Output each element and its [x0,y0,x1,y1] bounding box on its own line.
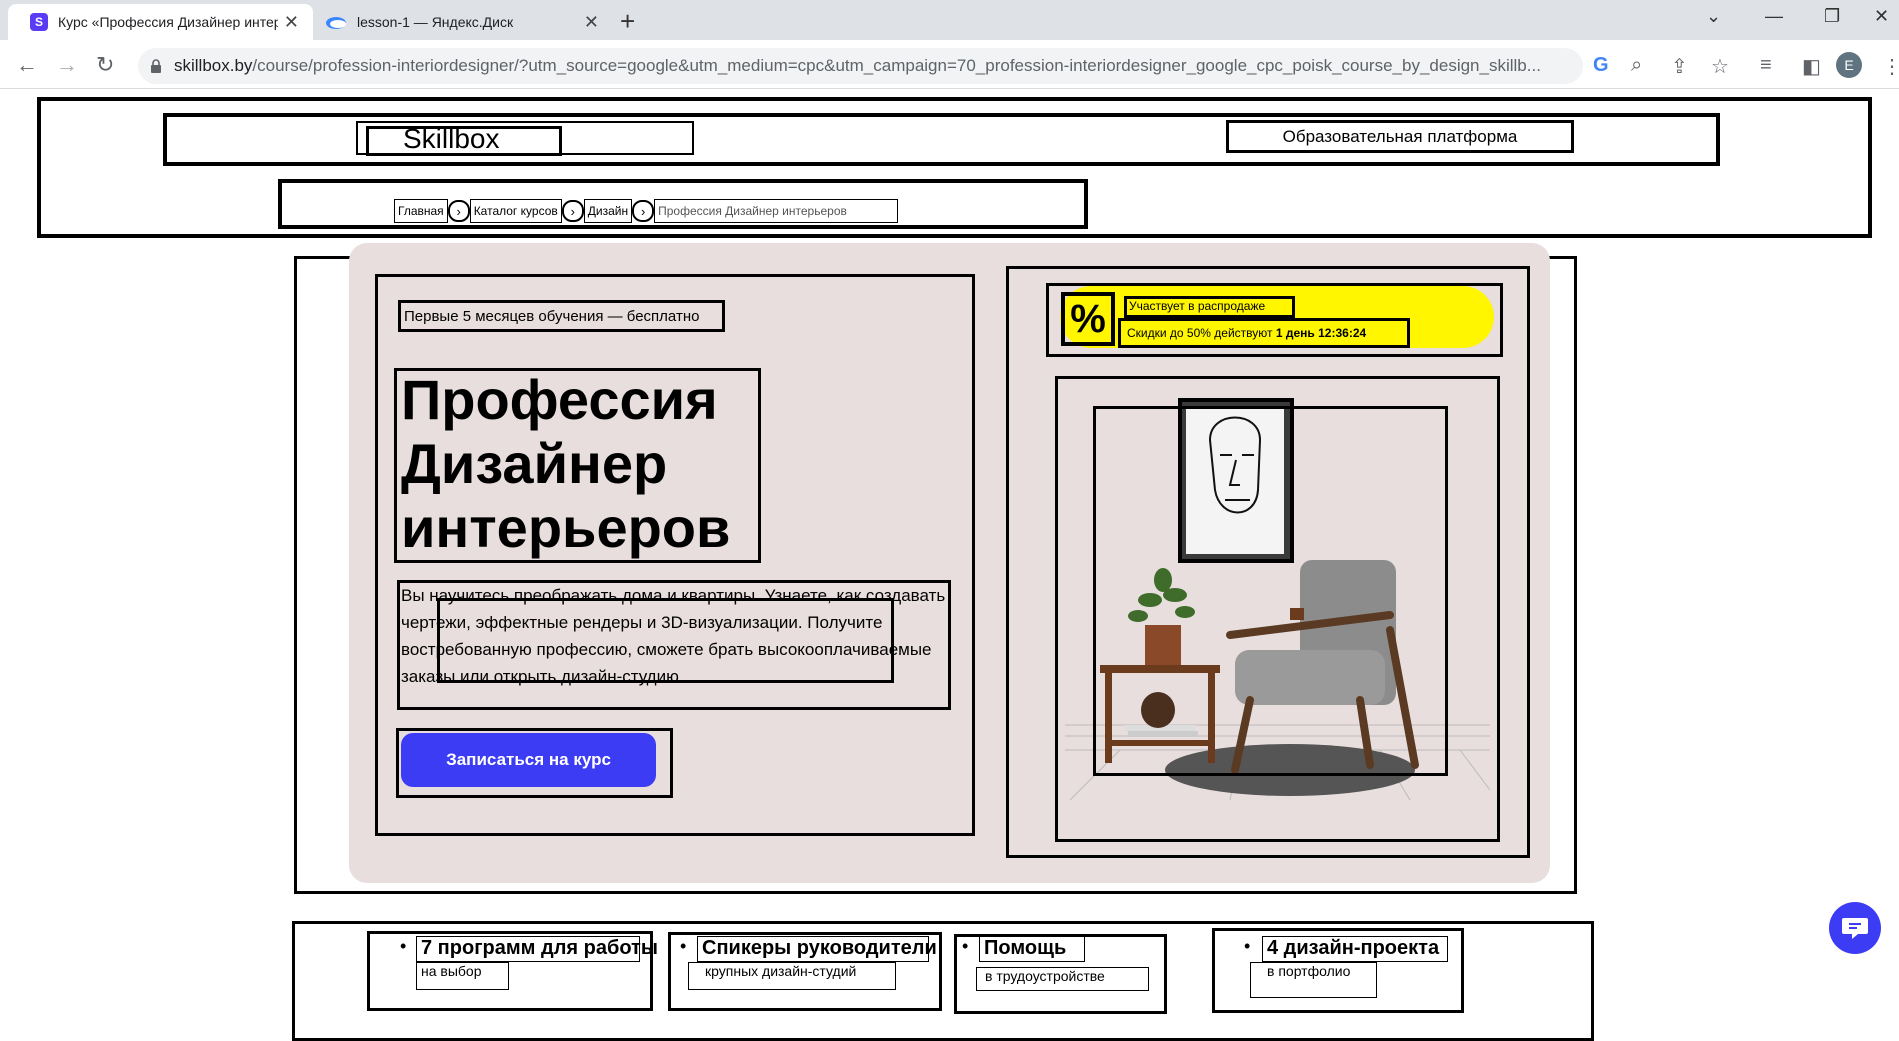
yandex-disk-icon [326,17,346,29]
restore-button[interactable]: ❐ [1824,6,1840,27]
breadcrumb-design[interactable]: Дизайн [583,199,633,223]
chat-bubble-icon [1842,918,1868,939]
feature-subtitle: на выбор [416,962,509,990]
days-left: 1 день [1275,326,1315,340]
bullet-icon: • [680,936,687,956]
promo-badge: Первые 5 месяцев обучения — бесплатно [398,300,725,332]
tab-skillbox[interactable]: S Курс «Профессия Дизайнер интерьеров» ✕ [8,4,313,40]
tab-close-icon[interactable]: ✕ [284,12,299,33]
breadcrumb-catalog[interactable]: Каталог курсов [469,199,562,223]
back-arrow-icon[interactable]: ← [16,52,38,78]
chevron-right-icon: › [447,200,470,222]
countdown-timer: 12:36:24 [1318,326,1367,340]
chat-button[interactable] [1829,902,1881,954]
tab-search-icon[interactable]: ⌄ [1706,6,1721,27]
feature-title: 4 дизайн-проекта [1262,936,1448,962]
menu-dots-icon[interactable]: ⋮ [1882,54,1899,79]
percent-icon: % [1061,292,1115,346]
feature-subtitle: в портфолио [1250,962,1377,998]
breadcrumb-current: Профессия Дизайнер интерьеров [654,199,899,223]
tab-close-icon[interactable]: ✕ [584,12,599,33]
google-icon[interactable]: G [1593,54,1609,77]
zoom-icon[interactable]: ⌕ [1631,54,1642,77]
hero-description: Вы научитесь преображать дома и квартиры… [401,586,946,686]
reading-list-icon[interactable]: ≡ [1760,54,1772,77]
lock-icon [151,59,161,73]
skillbox-favicon-icon: S [30,13,48,31]
bullet-icon: • [962,936,969,956]
bookmark-star-icon[interactable]: ☆ [1711,54,1729,79]
feature-subtitle: крупных дизайн-студий [688,962,896,990]
address-bar[interactable]: skillbox.by/course/profession-interiorde… [138,48,1583,84]
reload-icon[interactable]: ↻ [96,52,114,78]
feature-title: Спикеры руководители [697,936,937,962]
tab-yandex-disk[interactable]: lesson-1 — Яндекс.Диск ✕ [313,4,613,40]
discount-text: Скидки до 50% действуют [1127,326,1273,340]
breadcrumb-row: Главная › Каталог курсов › Дизайн › Проф… [394,199,899,223]
side-panel-icon[interactable]: ◧ [1802,54,1821,79]
tab-title: Курс «Профессия Дизайнер интерьеров» [58,14,278,30]
url-text: skillbox.by/course/profession-interiorde… [174,56,1541,75]
header-tagline: Образовательная платформа [1226,120,1574,153]
sale-timer-row: Скидки до 50% действуют 1 день 12:36:24 [1118,318,1410,348]
picture-frame-box [1178,398,1294,563]
profile-avatar[interactable]: E [1836,52,1862,78]
chevron-right-icon: › [632,200,655,222]
bullet-icon: • [400,936,407,956]
new-tab-button[interactable]: + [620,6,635,37]
skillbox-logo[interactable]: Skillbox [366,125,562,156]
page-title: Профессия Дизайнер интерьеров [401,368,731,559]
feature-subtitle: в трудоустройстве [976,967,1149,991]
window-close-button[interactable]: ✕ [1874,6,1889,27]
forward-arrow-icon[interactable]: → [56,52,78,78]
tab-title: lesson-1 — Яндекс.Диск [357,14,514,30]
share-icon[interactable]: ⇪ [1671,54,1688,79]
feature-title: 7 программ для работы [416,936,658,962]
enroll-button[interactable]: Записаться на курс [401,733,656,787]
breadcrumb-home[interactable]: Главная [394,199,448,223]
sale-label: Участвует в распродаже [1124,296,1295,318]
feature-title: Помощь [979,936,1085,962]
bullet-icon: • [1244,936,1251,956]
chevron-right-icon: › [561,200,584,222]
minimize-button[interactable]: — [1765,6,1783,27]
